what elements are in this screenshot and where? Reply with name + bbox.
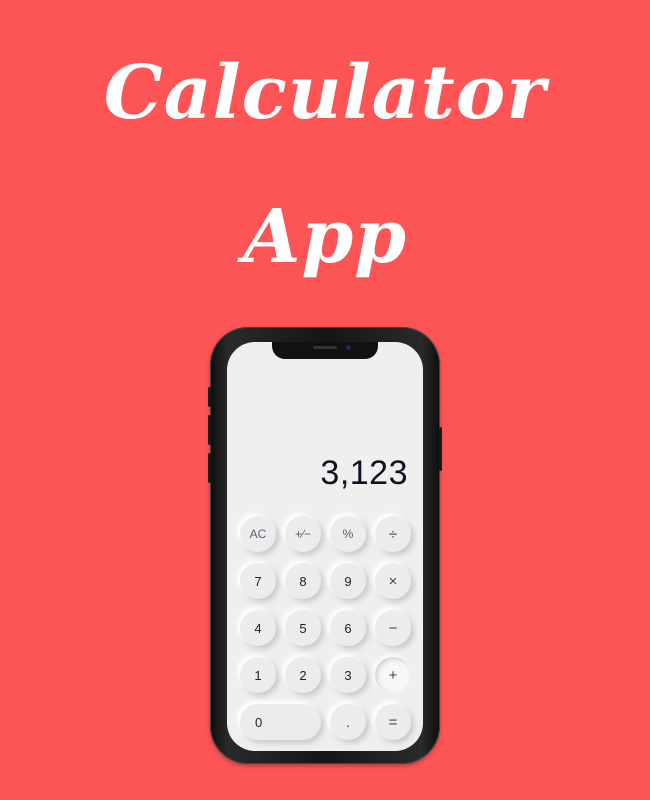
digit-9-button[interactable]: 9 [330,563,366,599]
volume-mute-button [208,453,211,483]
decimal-button[interactable]: . [330,704,366,740]
camera-icon [346,345,351,350]
notch [272,342,378,359]
calculator-display: 3,123 [320,454,408,492]
clear-button[interactable]: AC [240,516,276,552]
percent-button[interactable]: % [330,516,366,552]
page-title-line2: App [243,194,407,280]
volume-up-button [208,387,211,407]
phone-mockup: 3,123 AC +∕− % ÷ 7 8 9 × 4 5 6 − 1 2 3 +… [208,327,442,764]
phone-screen: 3,123 AC +∕− % ÷ 7 8 9 × 4 5 6 − 1 2 3 +… [227,342,423,751]
plus-button[interactable]: + [375,657,411,693]
plus-minus-button[interactable]: +∕− [285,516,321,552]
equals-button[interactable]: = [375,704,411,740]
digit-0-button[interactable]: 0 [240,704,321,740]
divide-button[interactable]: ÷ [375,516,411,552]
digit-5-button[interactable]: 5 [285,610,321,646]
minus-button[interactable]: − [375,610,411,646]
digit-7-button[interactable]: 7 [240,563,276,599]
digit-3-button[interactable]: 3 [330,657,366,693]
digit-1-button[interactable]: 1 [240,657,276,693]
volume-down-button [208,415,211,445]
digit-2-button[interactable]: 2 [285,657,321,693]
keypad: AC +∕− % ÷ 7 8 9 × 4 5 6 − 1 2 3 + 0 . = [240,516,414,748]
speaker [313,346,337,349]
multiply-button[interactable]: × [375,563,411,599]
power-button [439,427,442,471]
page-title-line1: Calculator [103,50,547,136]
digit-6-button[interactable]: 6 [330,610,366,646]
digit-4-button[interactable]: 4 [240,610,276,646]
digit-8-button[interactable]: 8 [285,563,321,599]
